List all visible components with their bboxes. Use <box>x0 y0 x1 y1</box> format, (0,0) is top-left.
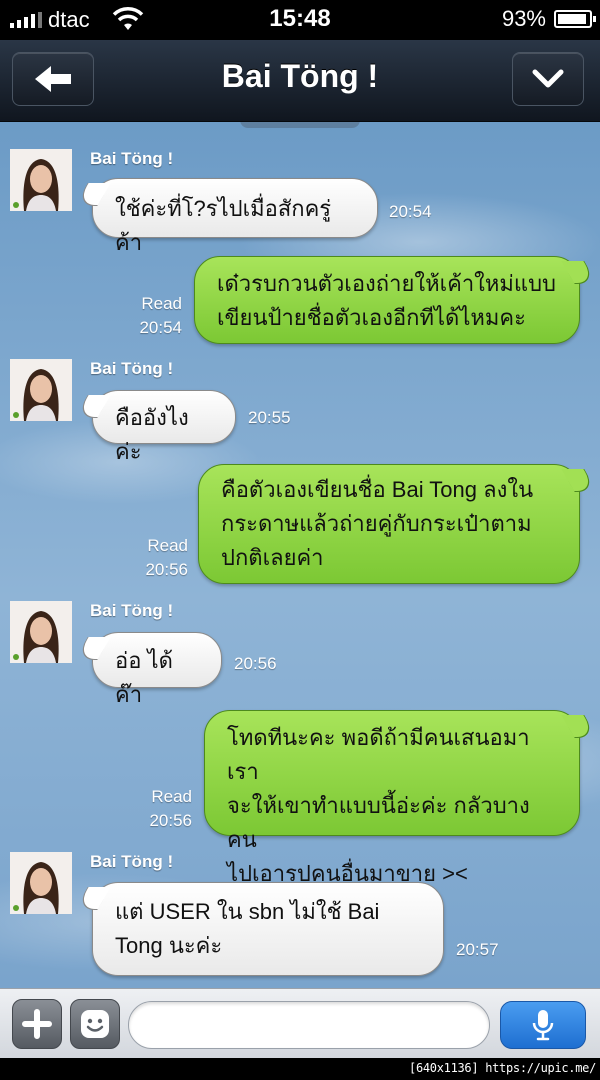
nav-bar: Bai Töng ! <box>0 40 600 122</box>
avatar[interactable] <box>10 149 72 211</box>
read-receipt: Read 20:56 <box>124 534 188 582</box>
chat-title: Bai Töng ! <box>221 58 379 94</box>
incoming-message-bubble[interactable]: คืออังไงค่ะ <box>92 390 236 464</box>
back-arrow-icon <box>35 66 71 92</box>
sticker-button[interactable] <box>70 999 120 1049</box>
message-text: แต่ USER ใน sbn ไม่ใช้ Bai Tong นะค่ะ <box>115 899 380 958</box>
back-button[interactable] <box>12 52 94 106</box>
avatar[interactable] <box>10 852 72 914</box>
message-text: อ่อ ได้ค๊า <box>115 648 173 707</box>
plus-icon <box>22 1009 52 1039</box>
message-time: 20:54 <box>139 318 182 337</box>
microphone-icon <box>532 1010 554 1041</box>
message-time: 20:57 <box>456 940 499 959</box>
read-label: Read <box>151 787 192 806</box>
outgoing-message-bubble[interactable]: โทดทีนะคะ พอดีถ้ามีคนเสนอมาเรา จะให้เขาท… <box>204 710 580 886</box>
voice-button[interactable] <box>500 1001 586 1049</box>
sender-name: Bai Töng ! <box>90 852 174 871</box>
outgoing-message-bubble[interactable]: เด๋วรบกวนตัวเองถ่ายให้เค้าใหม่แบบ เขียนป… <box>194 256 580 344</box>
message-text: ใช้ค่ะที่โ?รไปเมื่อสักครู่ค้า <box>115 196 332 255</box>
avatar[interactable] <box>10 601 72 663</box>
input-bar <box>0 988 600 1058</box>
watermark-bar: [640x1136] https://upic.me/ <box>0 1058 600 1080</box>
message-text: คืออังไงค่ะ <box>115 405 189 464</box>
watermark: [640x1136] https://upic.me/ <box>409 1061 596 1075</box>
incoming-message-bubble[interactable]: แต่ USER ใน sbn ไม่ใช้ Bai Tong นะค่ะ <box>92 882 444 976</box>
smiley-icon <box>81 1010 109 1038</box>
message-time: 20:56 <box>234 654 277 673</box>
battery-percent: 93% <box>501 6 546 31</box>
message-text: โทดทีนะคะ พอดีถ้ามีคนเสนอมาเรา จะให้เขาท… <box>227 725 530 886</box>
avatar[interactable] <box>10 359 72 421</box>
read-receipt: Read 20:56 <box>130 785 192 833</box>
message-time: 20:56 <box>149 811 192 830</box>
scroll-indicator <box>240 122 360 128</box>
message-input[interactable] <box>128 1001 490 1049</box>
message-text: คือตัวเองเขียนชื่อ Bai Tong ลงใน กระดาษแ… <box>221 477 534 570</box>
add-button[interactable] <box>12 999 62 1049</box>
chat-area[interactable]: Bai Töng ! ใช้ค่ะที่โ?รไปเมื่อสักครู่ค้า… <box>0 122 600 988</box>
message-text: เด๋วรบกวนตัวเองถ่ายให้เค้าใหม่แบบ เขียนป… <box>217 271 557 330</box>
read-label: Read <box>141 294 182 313</box>
sender-name: Bai Töng ! <box>90 149 174 168</box>
sender-name: Bai Töng ! <box>90 601 174 620</box>
battery-icon <box>554 10 596 28</box>
menu-button[interactable] <box>512 52 584 106</box>
status-bar: dtac 15:48 93% <box>0 0 600 40</box>
outgoing-message-bubble[interactable]: คือตัวเองเขียนชื่อ Bai Tong ลงใน กระดาษแ… <box>198 464 580 584</box>
incoming-message-bubble[interactable]: ใช้ค่ะที่โ?รไปเมื่อสักครู่ค้า <box>92 178 378 255</box>
chevron-down-icon <box>532 69 564 88</box>
sender-name: Bai Töng ! <box>90 359 174 378</box>
message-time: 20:54 <box>389 202 432 221</box>
incoming-message-bubble[interactable]: อ่อ ได้ค๊า <box>92 632 222 707</box>
read-receipt: Read 20:54 <box>120 292 182 340</box>
message-time: 20:56 <box>145 560 188 579</box>
read-label: Read <box>147 536 188 555</box>
message-time: 20:55 <box>248 408 291 427</box>
